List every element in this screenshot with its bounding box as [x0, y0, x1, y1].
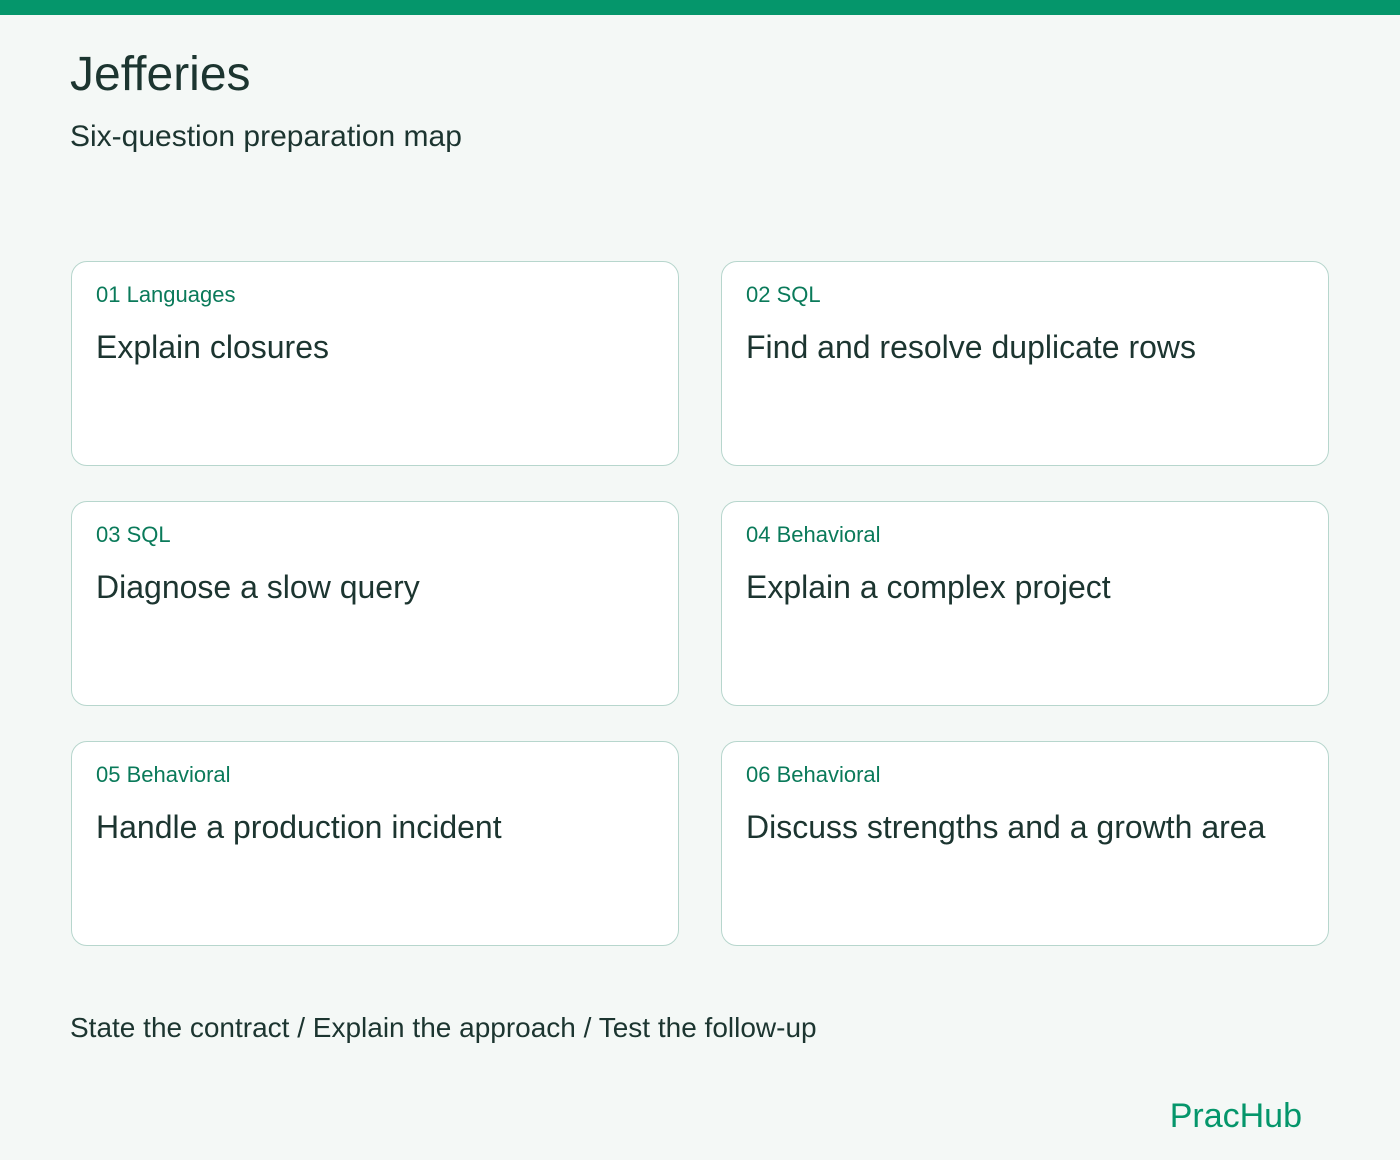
card-question-title: Explain a complex project	[746, 569, 1111, 605]
card-category-label: 03 SQL	[96, 522, 171, 547]
card-category-label: 04 Behavioral	[746, 522, 881, 547]
card-category-label: 01 Languages	[96, 282, 236, 307]
card-question-title: Diagnose a slow query	[96, 569, 420, 605]
card-category-label: 06 Behavioral	[746, 762, 881, 787]
brand-wordmark: PracHub	[1169, 1097, 1302, 1135]
question-card-01: 01 Languages Explain closures	[71, 261, 679, 466]
card-category-label: 05 Behavioral	[96, 762, 231, 787]
question-card-03: 03 SQL Diagnose a slow query	[71, 501, 679, 706]
question-card-04: 04 Behavioral Explain a complex project	[721, 501, 1329, 706]
question-card-06: 06 Behavioral Discuss strengths and a gr…	[721, 741, 1329, 946]
card-question-title: Handle a production incident	[96, 809, 502, 845]
question-card-05: 05 Behavioral Handle a production incide…	[71, 741, 679, 946]
page-subtitle: Six-question preparation map	[70, 120, 462, 153]
top-accent-bar	[0, 0, 1400, 15]
card-question-title: Find and resolve duplicate rows	[746, 329, 1197, 365]
question-card-02: 02 SQL Find and resolve duplicate rows	[721, 261, 1329, 466]
card-category-label: 02 SQL	[746, 282, 821, 307]
approach-steps-line: State the contract / Explain the approac…	[70, 1012, 817, 1043]
page-title: Jefferies	[70, 48, 251, 101]
card-question-title: Discuss strengths and a growth area	[746, 809, 1266, 845]
card-question-title: Explain closures	[96, 329, 329, 365]
